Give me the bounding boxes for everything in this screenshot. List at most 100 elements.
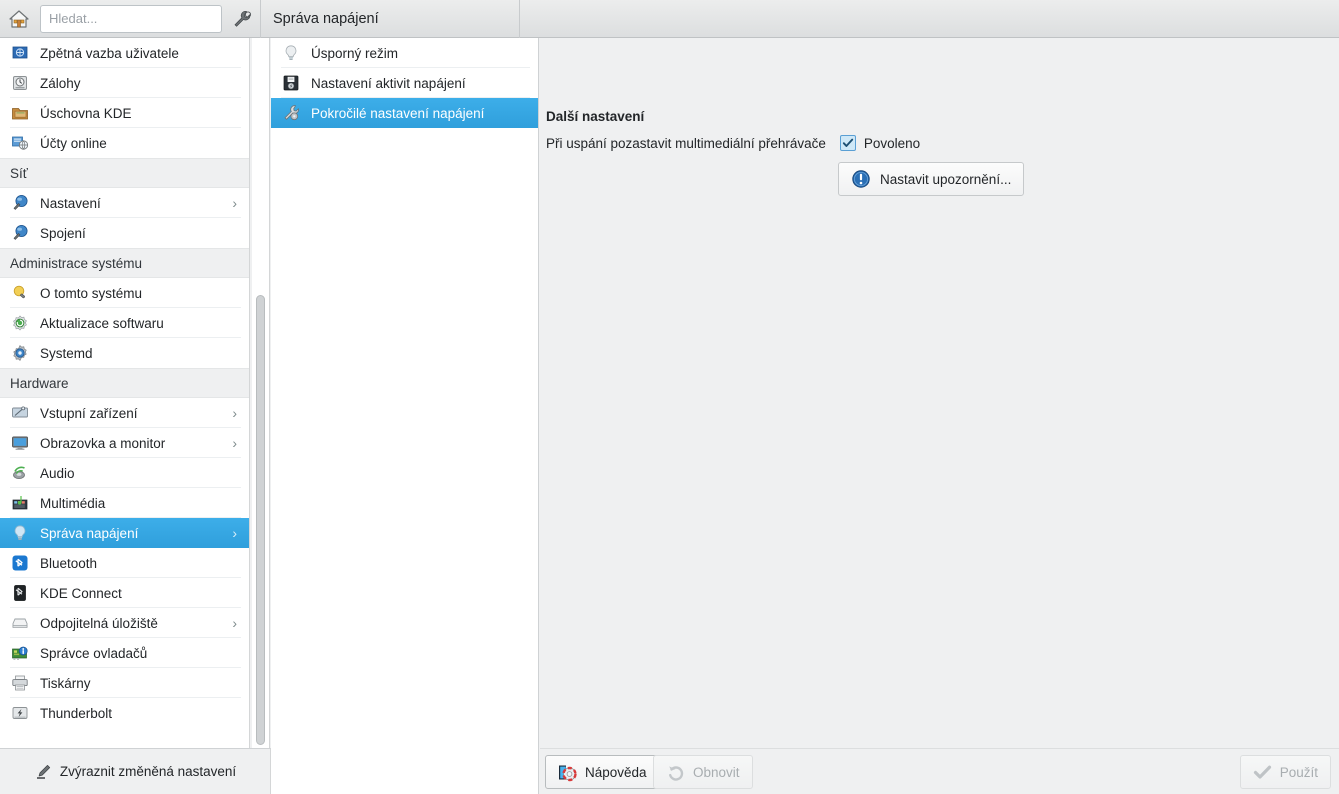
sidebar-item-removable-storage[interactable]: Odpojitelná úložiště ›	[0, 608, 249, 638]
audio-icon	[10, 463, 30, 483]
sidebar-item-power-management[interactable]: Správa napájení ›	[0, 518, 249, 548]
configure-notifications-label: Nastavit upozornění...	[880, 171, 1012, 187]
checkmark-icon	[842, 138, 854, 147]
module-item-advanced-power-settings[interactable]: Pokročilé nastavení napájení	[271, 98, 538, 128]
module-item-label: Úsporný režim	[311, 45, 399, 61]
search-input[interactable]	[40, 4, 222, 33]
sidebar-item-label: Účty online	[40, 135, 107, 151]
online-accounts-icon	[10, 133, 30, 153]
sidebar-item-label: Spojení	[40, 225, 86, 241]
sidebar-item-label: Bluetooth	[40, 555, 98, 571]
thunderbolt-icon	[10, 703, 30, 723]
sidebar-item-printers[interactable]: Tiskárny	[0, 668, 249, 698]
software-update-icon	[10, 313, 30, 333]
network-connections-icon	[10, 223, 30, 243]
sidebar-item-display-monitor[interactable]: Obrazovka a monitor ›	[0, 428, 249, 458]
toolbar: Správa napájení Pokročilé nastavení napá…	[0, 0, 1339, 794]
module-item-label: Nastavení aktivit napájení	[311, 75, 466, 91]
sidebar-group-system-administration: Administrace systému	[0, 248, 249, 278]
backup-drive-icon	[10, 73, 30, 93]
configure-button[interactable]	[224, 0, 260, 38]
configure-notifications-button[interactable]: Nastavit upozornění...	[838, 162, 1025, 196]
help-button-label: Nápověda	[585, 764, 647, 780]
apply-button-label: Použít	[1279, 764, 1318, 780]
reset-button[interactable]: Obnovit	[653, 755, 753, 789]
sidebar-item-label: Audio	[40, 465, 75, 481]
driver-manager-icon	[10, 643, 30, 663]
sidebar-item-systemd[interactable]: Systemd	[0, 338, 249, 368]
sidebar-item-label: KDE Connect	[40, 585, 122, 601]
lightbulb-icon	[281, 43, 301, 63]
sidebar-item-label: Tiskárny	[40, 675, 91, 691]
sidebar: Zpětná vazba uživatele Zálohy Úschovna K…	[0, 38, 250, 748]
sidebar-item-bluetooth[interactable]: Bluetooth	[0, 548, 249, 578]
settings-form: Další nastavení Při uspání pozastavit mu…	[540, 38, 1339, 748]
wrench-gear-icon	[281, 103, 301, 123]
main-content: Další nastavení Při uspání pozastavit mu…	[540, 38, 1339, 794]
chevron-right-icon: ›	[232, 195, 237, 211]
system-settings-window: Správa napájení Pokročilé nastavení napá…	[0, 0, 1339, 794]
sidebar-group-hardware: Hardware	[0, 368, 249, 398]
home-icon	[9, 9, 29, 28]
sidebar-item-label: Správce ovladačů	[40, 645, 148, 661]
undo-arrow-icon	[666, 763, 685, 782]
checkbox-label: Povoleno	[863, 135, 921, 151]
sidebar-item-about-system[interactable]: O tomto systému	[0, 278, 249, 308]
help-button[interactable]: Nápověda	[545, 755, 660, 789]
sidebar-item-label: Zálohy	[40, 75, 81, 91]
wrench-icon	[234, 10, 252, 27]
sidebar-item-user-feedback[interactable]: Zpětná vazba uživatele	[0, 38, 249, 68]
sidebar-scrollbar-thumb[interactable]	[256, 295, 265, 745]
sidebar-item-online-accounts[interactable]: Účty online	[0, 128, 249, 158]
module-item-activity-power-settings[interactable]: Nastavení aktivit napájení	[271, 68, 538, 98]
apply-button[interactable]: Použít	[1239, 755, 1331, 789]
removable-storage-icon	[10, 613, 30, 633]
module-item-energy-saving[interactable]: Úsporný režim	[271, 38, 538, 68]
sidebar-item-label: Thunderbolt	[40, 705, 113, 721]
sidebar-item-label: Správa napájení	[40, 525, 139, 541]
chevron-right-icon: ›	[232, 615, 237, 631]
sidebar-item-label: Systemd	[40, 345, 93, 361]
notification-exclamation-icon	[851, 169, 871, 189]
bluetooth-icon	[10, 553, 30, 573]
search-field-wrapper	[40, 4, 222, 33]
sidebar-item-multimedia[interactable]: Multimédia	[0, 488, 249, 518]
sidebar-item-label: Vstupní zařízení	[40, 405, 138, 421]
chevron-right-icon: ›	[232, 435, 237, 451]
kde-connect-icon	[10, 583, 30, 603]
sidebar-item-label: Obrazovka a monitor	[40, 435, 166, 451]
sidebar-item-audio[interactable]: Audio	[0, 458, 249, 488]
sidebar-item-software-update[interactable]: Aktualizace softwaru	[0, 308, 249, 338]
sidebar-item-label: Zpětná vazba uživatele	[40, 45, 179, 61]
kde-vault-icon	[10, 103, 30, 123]
sidebar-item-kde-vault[interactable]: Úschovna KDE	[0, 98, 249, 128]
checkmark-icon	[1253, 763, 1272, 782]
sidebar-item-network-settings[interactable]: Nastavení ›	[0, 188, 249, 218]
chevron-right-icon: ›	[232, 525, 237, 541]
sidebar-item-label: O tomto systému	[40, 285, 143, 301]
sidebar-item-backups[interactable]: Zálohy	[0, 68, 249, 98]
reset-button-label: Obnovit	[693, 764, 740, 780]
sidebar-item-label: Multimédia	[40, 495, 106, 511]
sidebar-item-kde-connect[interactable]: KDE Connect	[0, 578, 249, 608]
toolbar-separator-2	[519, 0, 520, 38]
home-button[interactable]	[0, 0, 38, 38]
sidebar-group-network: Síť	[0, 158, 249, 188]
highlight-changed-settings-button[interactable]: Zvýraznit změněná nastavení	[0, 748, 271, 794]
activity-power-icon	[281, 73, 301, 93]
sidebar-item-label: Aktualizace softwaru	[40, 315, 164, 331]
multimedia-icon	[10, 493, 30, 513]
about-system-icon	[10, 283, 30, 303]
setting-row-pause-media: Při uspání pozastavit multimediální přeh…	[546, 135, 920, 151]
sidebar-item-driver-manager[interactable]: Správce ovladačů	[0, 638, 249, 668]
sidebar-item-network-connections[interactable]: Spojení	[0, 218, 249, 248]
pause-media-checkbox[interactable]: Povoleno	[839, 135, 921, 151]
sidebar-item-thunderbolt[interactable]: Thunderbolt	[0, 698, 249, 728]
display-monitor-icon	[10, 433, 30, 453]
checkbox-box[interactable]	[839, 135, 856, 151]
sidebar-item-label: Úschovna KDE	[40, 105, 132, 121]
sidebar-item-input-devices[interactable]: Vstupní zařízení ›	[0, 398, 249, 428]
highlight-marker-icon	[34, 763, 52, 781]
sidebar-item-label: Nastavení	[40, 195, 101, 211]
module-list-panel: Úsporný režim Nastavení aktivit napájení	[271, 38, 539, 794]
